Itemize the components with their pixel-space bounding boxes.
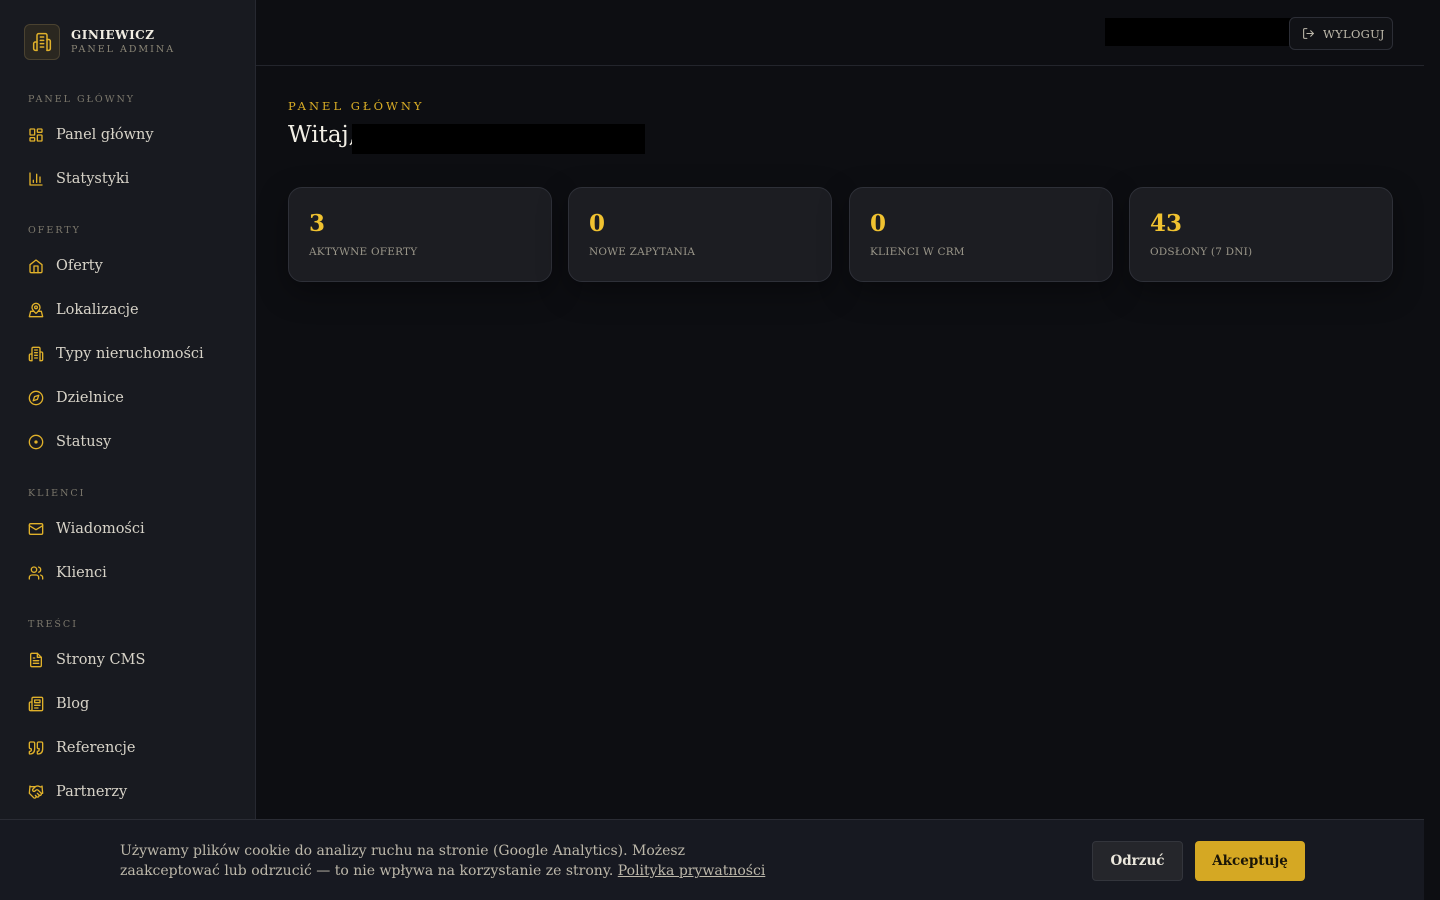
sidebar-item-lokalizacje[interactable]: Lokalizacje <box>16 292 240 328</box>
stat-card-page-views[interactable]: 43 ODSŁONY (7 DNI) <box>1129 187 1393 282</box>
sidebar-item-label: Dzielnice <box>56 390 124 406</box>
stat-value: 43 <box>1150 210 1183 237</box>
sidebar-item-label: Oferty <box>56 258 103 274</box>
stat-value: 0 <box>870 210 887 237</box>
privacy-policy-link[interactable]: Polityka prywatności <box>618 863 766 879</box>
nav-section-label: TREŚCI <box>28 619 78 630</box>
sidebar-item-wiadomosci[interactable]: Wiadomości <box>16 511 240 547</box>
home-icon <box>29 259 43 274</box>
stat-label: AKTYWNE OFERTY <box>309 246 418 258</box>
stat-card-active-offers[interactable]: 3 AKTYWNE OFERTY <box>288 187 552 282</box>
nav-section-label: KLIENCI <box>28 488 86 499</box>
sidebar-item-label: Strony CMS <box>56 652 146 668</box>
sidebar-item-label: Statusy <box>56 434 112 450</box>
brand[interactable]: GINIEWICZ PANEL ADMINA <box>24 24 175 60</box>
stat-value: 0 <box>589 210 606 237</box>
quote-icon <box>28 741 44 755</box>
sidebar-item-referencje[interactable]: Referencje <box>16 730 240 766</box>
top-bar: WYLOGUJ <box>256 0 1424 66</box>
sidebar-item-statystyki[interactable]: Statystyki <box>16 161 240 197</box>
cookie-text: Używamy plików cookie do analizy ruchu n… <box>120 843 685 879</box>
cookie-banner: Używamy plików cookie do analizy ruchu n… <box>0 819 1424 900</box>
stat-label: NOWE ZAPYTANIA <box>589 246 696 258</box>
dashboard-grid-icon <box>29 128 43 142</box>
building-icon <box>24 24 60 60</box>
newspaper-icon <box>28 696 44 712</box>
building-icon <box>28 346 44 362</box>
logout-icon <box>1303 28 1314 39</box>
mail-icon <box>28 523 44 535</box>
sidebar: GINIEWICZ PANEL ADMINA PANEL GŁÓWNY Pane… <box>0 0 256 900</box>
brand-subtitle: PANEL ADMINA <box>71 43 176 55</box>
sidebar-item-label: Statystyki <box>56 171 130 187</box>
map-pin-icon <box>28 302 44 318</box>
compass-icon <box>28 390 44 406</box>
sidebar-item-label: Wiadomości <box>56 521 145 537</box>
redacted-user-name <box>1105 18 1291 46</box>
file-text-icon <box>30 652 42 668</box>
sidebar-item-typy-nieruchomosci[interactable]: Typy nieruchomości <box>16 336 240 372</box>
page-eyebrow: PANEL GŁÓWNY <box>288 99 425 113</box>
page-title: Witaj, <box>288 122 356 148</box>
sidebar-item-partnerzy[interactable]: Partnerzy <box>16 774 240 810</box>
brand-name: GINIEWICZ <box>71 27 155 42</box>
stat-label: KLIENCI W CRM <box>870 246 965 258</box>
logout-button[interactable]: WYLOGUJ <box>1289 17 1393 50</box>
sidebar-item-oferty[interactable]: Oferty <box>16 248 240 284</box>
users-icon <box>28 566 44 580</box>
cookie-message: Używamy plików cookie do analizy ruchu n… <box>120 841 780 881</box>
sidebar-item-label: Lokalizacje <box>56 302 139 318</box>
handshake-icon <box>28 785 44 799</box>
nav-section-label: OFERTY <box>28 225 81 236</box>
sidebar-item-label: Referencje <box>56 740 136 756</box>
sidebar-item-blog[interactable]: Blog <box>16 686 240 722</box>
redacted-name <box>352 124 645 154</box>
scrollbar[interactable] <box>1424 0 1440 900</box>
circle-dot-icon <box>28 434 44 450</box>
sidebar-item-label: Typy nieruchomości <box>56 346 204 362</box>
sidebar-item-dzielnice[interactable]: Dzielnice <box>16 380 240 416</box>
stat-label: ODSŁONY (7 DNI) <box>1150 246 1253 258</box>
sidebar-item-label: Partnerzy <box>56 784 128 800</box>
sidebar-item-panel-glowny[interactable]: Panel główny <box>16 117 240 153</box>
logout-label: WYLOGUJ <box>1323 26 1385 41</box>
stat-card-new-inquiries[interactable]: 0 NOWE ZAPYTANIA <box>568 187 832 282</box>
sidebar-item-label: Panel główny <box>56 127 154 143</box>
sidebar-item-label: Blog <box>56 696 90 712</box>
accept-cookies-button[interactable]: Akceptuję <box>1195 841 1305 881</box>
sidebar-item-label: Klienci <box>56 565 107 581</box>
bar-chart-icon <box>29 172 43 186</box>
reject-cookies-button[interactable]: Odrzuć <box>1092 841 1183 881</box>
sidebar-item-klienci[interactable]: Klienci <box>16 555 240 591</box>
main-content: PANEL GŁÓWNY Witaj, 3 AKTYWNE OFERTY 0 N… <box>256 67 1424 827</box>
sidebar-item-statusy[interactable]: Statusy <box>16 424 240 460</box>
sidebar-item-strony-cms[interactable]: Strony CMS <box>16 642 240 678</box>
stat-card-crm-clients[interactable]: 0 KLIENCI W CRM <box>849 187 1113 282</box>
nav-section-label: PANEL GŁÓWNY <box>28 94 136 105</box>
stat-value: 3 <box>309 210 326 237</box>
